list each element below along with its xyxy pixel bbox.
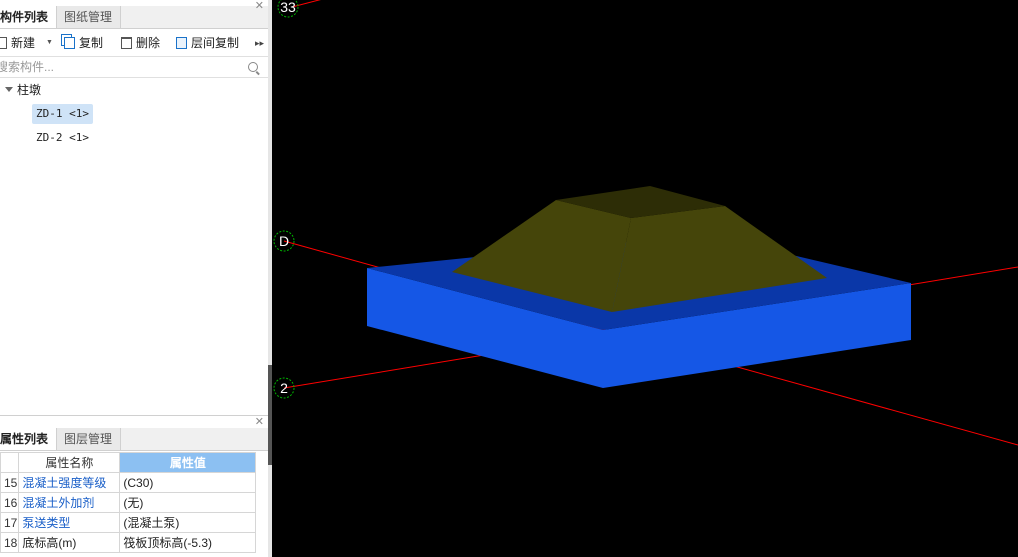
component-panel-close-icon[interactable]: ✕ xyxy=(255,0,264,12)
table-row[interactable]: 17 泵送类型 (混凝土泵) xyxy=(0,512,257,533)
copy-button-label: 复制 xyxy=(79,36,104,50)
floor-copy-button[interactable]: 层间复制 xyxy=(176,31,239,55)
tree-category-label: 柱墩 xyxy=(17,83,42,97)
property-panel: ✕ 属性列表 图层管理 属性名称 属性值 15 混凝土强度等级 (C30) 16… xyxy=(0,415,268,557)
property-name[interactable]: 混凝土外加剂 xyxy=(18,492,121,513)
new-dropdown-icon[interactable]: ▼ xyxy=(46,39,53,47)
table-row[interactable]: 18 底标高(m) 筏板顶标高(-5.3) xyxy=(0,532,257,553)
property-value[interactable]: (C30) xyxy=(119,472,257,493)
row-number: 18 xyxy=(0,532,20,553)
expand-caret-icon[interactable] xyxy=(5,87,13,92)
tree-item-zd1[interactable]: ZD-1 <1> xyxy=(32,104,93,124)
3d-viewport[interactable]: 33 D 2 xyxy=(272,0,1018,557)
property-value-header: 属性值 xyxy=(119,452,257,473)
new-file-icon xyxy=(0,37,7,49)
property-panel-close-icon[interactable]: ✕ xyxy=(255,416,264,428)
copy-button[interactable]: 复制 xyxy=(64,31,103,55)
property-value[interactable]: 筏板顶标高(-5.3) xyxy=(119,532,257,553)
property-value[interactable]: (无) xyxy=(119,492,257,513)
row-number: 16 xyxy=(0,492,20,513)
table-row[interactable]: 16 混凝土外加剂 (无) xyxy=(0,492,257,513)
tree-category[interactable]: 柱墩 xyxy=(5,79,41,101)
row-number: 17 xyxy=(0,512,20,533)
row-number-header xyxy=(0,452,20,473)
property-header-row: 属性名称 属性值 xyxy=(0,452,257,473)
new-button-label: 新建 xyxy=(11,36,36,50)
grid-line-33-tail xyxy=(291,0,321,8)
property-name[interactable]: 混凝土强度等级 xyxy=(18,472,121,493)
component-search[interactable]: 搜索构件... xyxy=(0,56,268,78)
property-table: 属性名称 属性值 15 混凝土强度等级 (C30) 16 混凝土外加剂 (无) … xyxy=(0,452,257,553)
copy-icon xyxy=(64,37,75,49)
axis-marker-d[interactable]: D xyxy=(273,230,295,252)
tab-component-list[interactable]: 构件列表 xyxy=(0,6,57,28)
3d-scene[interactable]: 33 D 2 xyxy=(272,0,1018,557)
axis-marker-2[interactable]: 2 xyxy=(273,377,295,399)
left-panel: 构件列表 图纸管理 新建 ▼ 复制 删除 层间复制 ▸▸ 搜索构件... 柱墩 … xyxy=(0,0,268,557)
component-toolbar: 新建 ▼ 复制 删除 层间复制 ▸▸ xyxy=(0,31,268,55)
tab-drawing-management[interactable]: 图纸管理 xyxy=(57,6,121,28)
table-row[interactable]: 15 混凝土强度等级 (C30) xyxy=(0,472,257,493)
delete-button[interactable]: 删除 xyxy=(121,31,160,55)
axis-label-d: D xyxy=(279,233,289,249)
property-tabbar: 属性列表 图层管理 xyxy=(0,428,268,451)
tab-property-list[interactable]: 属性列表 xyxy=(0,428,57,450)
row-number: 15 xyxy=(0,472,20,493)
property-value[interactable]: (混凝土泵) xyxy=(119,512,257,533)
property-name[interactable]: 底标高(m) xyxy=(18,532,121,553)
axis-label-2: 2 xyxy=(280,380,288,396)
floor-copy-button-label: 层间复制 xyxy=(191,36,240,50)
new-button[interactable]: 新建 xyxy=(0,31,35,55)
delete-button-label: 删除 xyxy=(136,36,161,50)
axis-label-33: 33 xyxy=(280,0,296,15)
more-tools-icon[interactable]: ▸▸ xyxy=(255,31,264,55)
component-tabbar: 构件列表 图纸管理 xyxy=(0,6,268,29)
property-name[interactable]: 泵送类型 xyxy=(18,512,121,533)
trash-icon xyxy=(121,37,132,49)
search-input[interactable]: 搜索构件... xyxy=(0,57,54,77)
tab-layer-management[interactable]: 图层管理 xyxy=(57,428,121,450)
search-icon[interactable] xyxy=(248,62,258,72)
axis-marker-33[interactable]: 33 xyxy=(277,0,299,18)
property-name-header: 属性名称 xyxy=(18,452,121,473)
tree-item-zd2[interactable]: ZD-2 <1> xyxy=(32,128,93,148)
floor-copy-icon xyxy=(176,37,187,49)
